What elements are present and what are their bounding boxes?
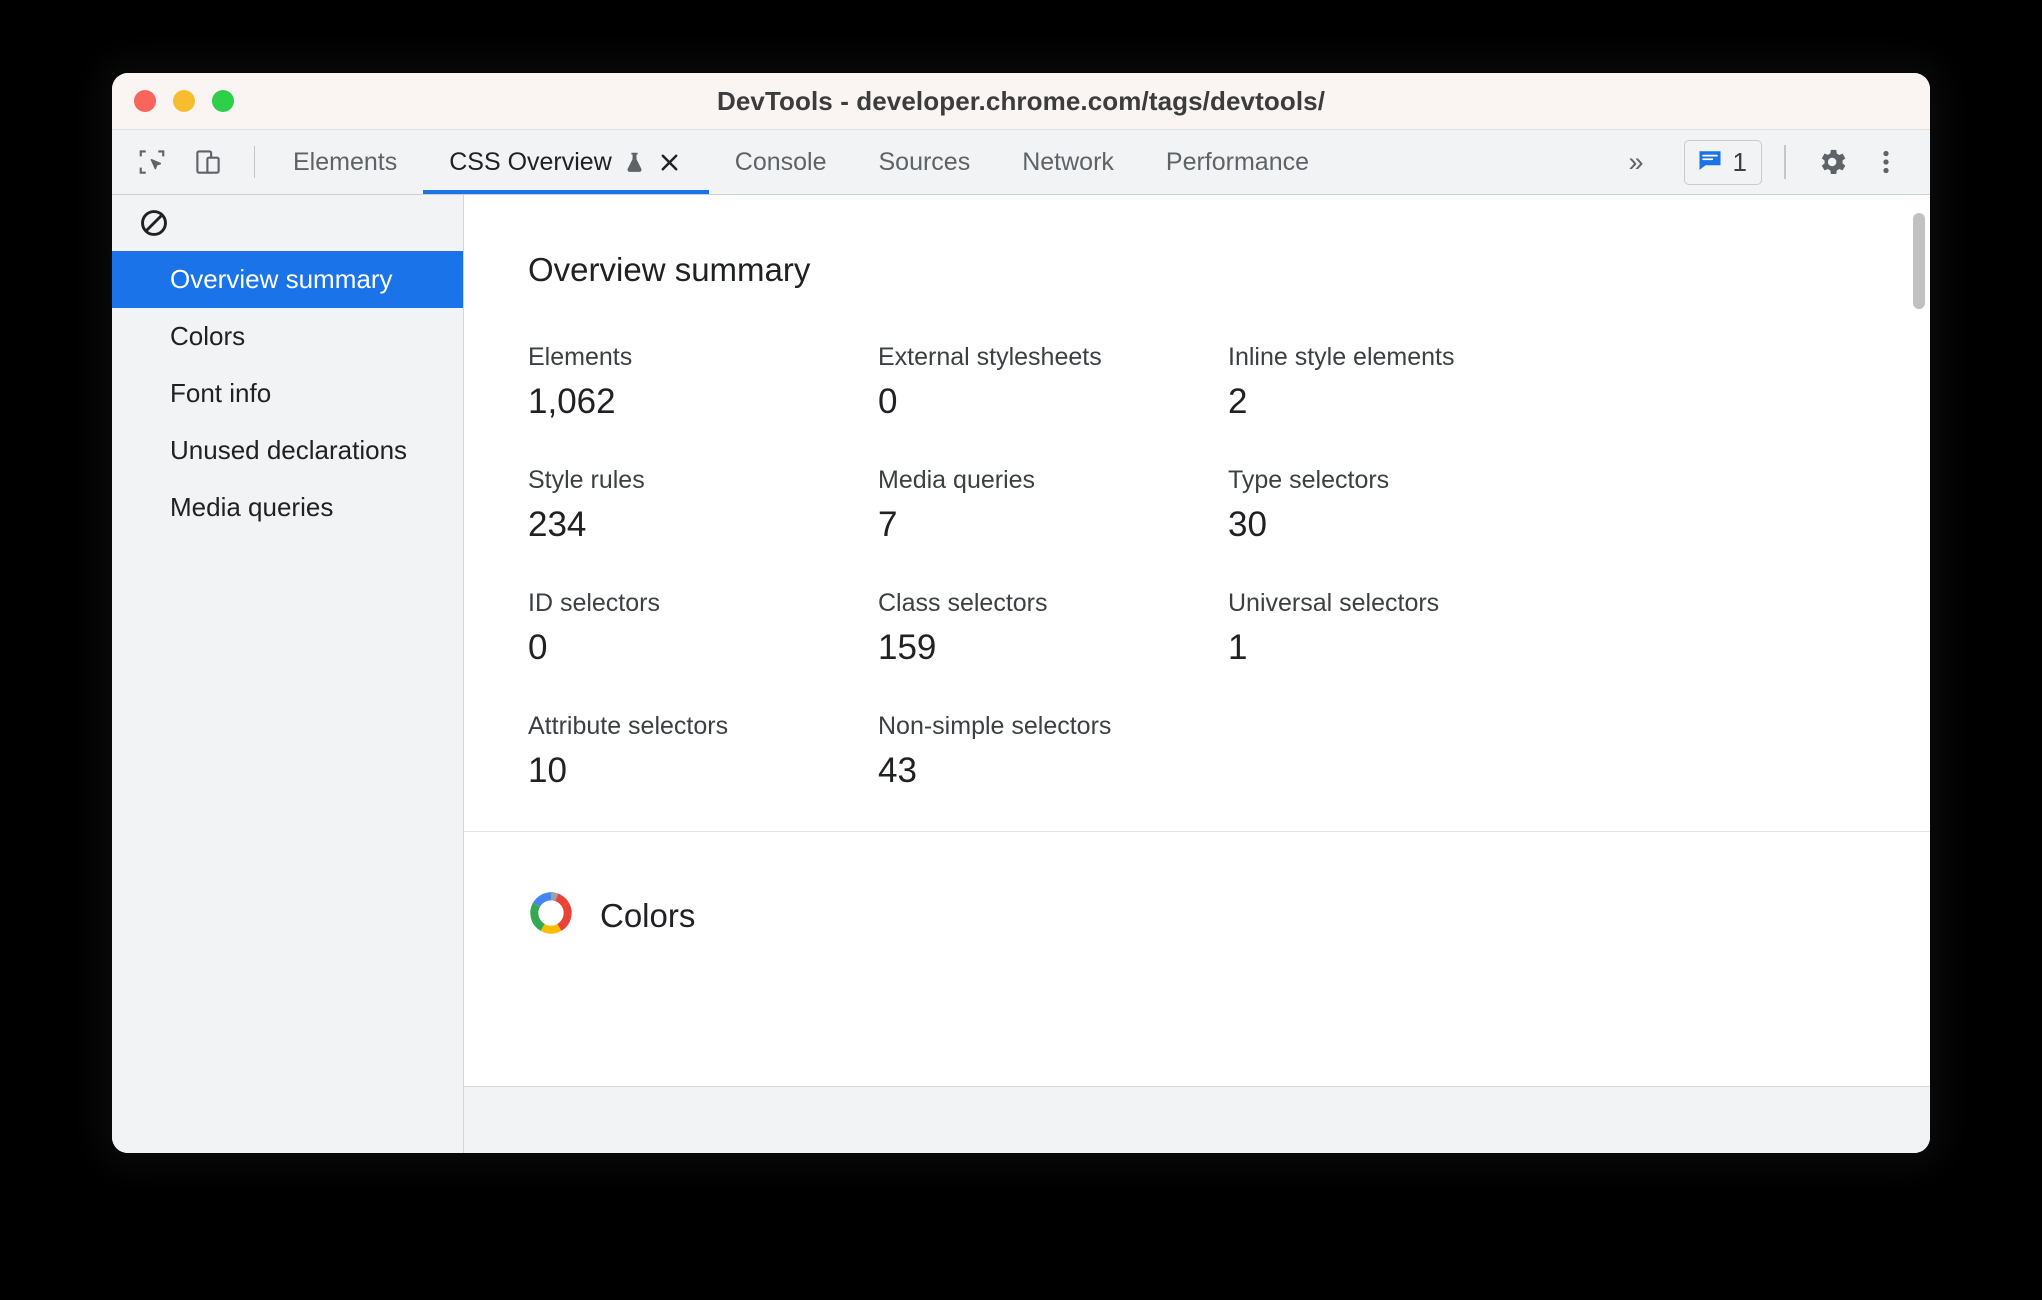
- sidebar-toolbar: [112, 195, 463, 251]
- sidebar-item-label: Unused declarations: [170, 435, 408, 465]
- sidebar-item-colors[interactable]: Colors: [112, 308, 463, 365]
- stat-value: 7: [878, 505, 898, 544]
- panel-tabs: Elements CSS Overview Console Sources Ne…: [267, 130, 1335, 194]
- stat-value: 0: [528, 628, 548, 667]
- inspect-element-icon[interactable]: [130, 140, 174, 184]
- stat-label: Elements: [528, 343, 633, 371]
- color-wheel-icon: [528, 890, 574, 941]
- tab-performance[interactable]: Performance: [1140, 130, 1335, 194]
- sidebar-item-overview-summary[interactable]: Overview summary: [112, 251, 463, 308]
- stat-label: Attribute selectors: [528, 712, 729, 740]
- stat-value: 1,062: [528, 382, 616, 421]
- stat-media-queries: Media queries 7: [878, 466, 1208, 545]
- css-overview-sidebar: Overview summary Colors Font info Unused…: [112, 195, 464, 1153]
- tab-label: Network: [1022, 147, 1114, 176]
- stat-value: 30: [1228, 505, 1267, 544]
- summary-stats-grid: Elements 1,062 External stylesheets 0 In…: [528, 343, 1558, 791]
- stat-type-selectors: Type selectors 30: [1228, 466, 1558, 545]
- devtools-content: Overview summary Colors Font info Unused…: [112, 195, 1930, 1153]
- stat-elements: Elements 1,062: [528, 343, 858, 422]
- stat-non-simple-selectors: Non-simple selectors 43: [878, 712, 1208, 791]
- tab-console[interactable]: Console: [709, 130, 853, 194]
- toolbar-divider-right: [1784, 145, 1786, 179]
- window-titlebar: DevTools - developer.chrome.com/tags/dev…: [112, 73, 1930, 130]
- main-panel-footer: [464, 1086, 1930, 1153]
- stat-id-selectors: ID selectors 0: [528, 589, 858, 668]
- stat-universal-selectors: Universal selectors 1: [1228, 589, 1558, 668]
- sidebar-item-font-info[interactable]: Font info: [112, 365, 463, 422]
- minimize-window-button[interactable]: [173, 90, 195, 112]
- stat-value: 10: [528, 751, 567, 790]
- stat-label: Class selectors: [878, 589, 1048, 617]
- overview-summary-section: Overview summary Elements 1,062 External…: [464, 195, 1930, 832]
- stat-label: Inline style elements: [1228, 343, 1455, 371]
- sidebar-item-label: Colors: [170, 321, 246, 351]
- stat-label: External stylesheets: [878, 343, 1102, 371]
- sidebar-item-media-queries[interactable]: Media queries: [112, 479, 463, 536]
- kebab-menu-icon[interactable]: [1862, 138, 1910, 186]
- stat-class-selectors: Class selectors 159: [878, 589, 1208, 668]
- sidebar-items: Overview summary Colors Font info Unused…: [112, 251, 463, 536]
- tabbar-left-tools: [112, 130, 267, 194]
- console-message-count: 1: [1732, 147, 1747, 177]
- stat-label: Media queries: [878, 466, 1036, 494]
- devtools-tabbar: Elements CSS Overview Console Sources Ne…: [112, 130, 1930, 195]
- stat-value: 0: [878, 382, 898, 421]
- zoom-window-button[interactable]: [212, 90, 234, 112]
- sidebar-item-unused-declarations[interactable]: Unused declarations: [112, 422, 463, 479]
- tab-sources[interactable]: Sources: [853, 130, 997, 194]
- stat-value: 2: [1228, 382, 1248, 421]
- close-icon[interactable]: [657, 149, 683, 175]
- scrollbar-thumb[interactable]: [1913, 213, 1925, 309]
- stat-label: Style rules: [528, 466, 645, 494]
- tab-elements[interactable]: Elements: [267, 130, 423, 194]
- stat-attribute-selectors: Attribute selectors 10: [528, 712, 858, 791]
- traffic-lights: [134, 73, 234, 129]
- stat-style-rules: Style rules 234: [528, 466, 858, 545]
- tab-label: Console: [734, 147, 827, 176]
- stat-label: Type selectors: [1228, 466, 1390, 494]
- page-title: Overview summary: [528, 251, 811, 288]
- colors-section: Colors: [464, 832, 1930, 975]
- gear-icon[interactable]: [1808, 138, 1856, 186]
- stat-inline-style-elements: Inline style elements 2: [1228, 343, 1558, 422]
- clear-block-icon[interactable]: [134, 203, 174, 243]
- main-scrollbar[interactable]: [1910, 195, 1928, 1020]
- stat-value: 234: [528, 505, 587, 544]
- tab-label: Sources: [878, 147, 971, 176]
- tab-css-overview[interactable]: CSS Overview: [423, 130, 709, 194]
- screen-background: DevTools - developer.chrome.com/tags/dev…: [0, 0, 2042, 1300]
- window-title: DevTools - developer.chrome.com/tags/dev…: [716, 85, 1326, 116]
- devtools-window: DevTools - developer.chrome.com/tags/dev…: [112, 73, 1930, 1153]
- tab-label: Performance: [1165, 147, 1310, 176]
- stat-external-stylesheets: External stylesheets 0: [878, 343, 1208, 422]
- stat-label: ID selectors: [528, 589, 660, 617]
- close-window-button[interactable]: [134, 90, 156, 112]
- tab-label: CSS Overview: [449, 147, 612, 176]
- stat-label: Universal selectors: [1228, 589, 1440, 617]
- tab-label: Elements: [293, 147, 398, 176]
- stat-value: 159: [878, 628, 937, 667]
- experiment-flask-icon: [622, 150, 647, 175]
- main-scroll-area[interactable]: Overview summary Elements 1,062 External…: [464, 195, 1930, 1086]
- tabbar-right-tools: » 1: [1609, 130, 1931, 194]
- css-overview-main-panel: Overview summary Elements 1,062 External…: [464, 195, 1930, 1153]
- toolbar-divider: [254, 146, 255, 178]
- sidebar-item-label: Media queries: [170, 492, 334, 522]
- colors-section-title: Colors: [600, 896, 696, 934]
- device-toolbar-icon[interactable]: [186, 140, 230, 184]
- sidebar-item-label: Font info: [170, 378, 272, 408]
- stat-placeholder: [1228, 712, 1558, 791]
- stat-label: Non-simple selectors: [878, 712, 1112, 740]
- stat-value: 1: [1228, 628, 1248, 667]
- tab-network[interactable]: Network: [996, 130, 1140, 194]
- console-messages-button[interactable]: 1: [1683, 139, 1762, 185]
- console-message-icon: [1696, 146, 1724, 179]
- stat-value: 43: [878, 751, 917, 790]
- more-tabs-icon[interactable]: »: [1609, 148, 1664, 176]
- sidebar-item-label: Overview summary: [170, 264, 393, 294]
